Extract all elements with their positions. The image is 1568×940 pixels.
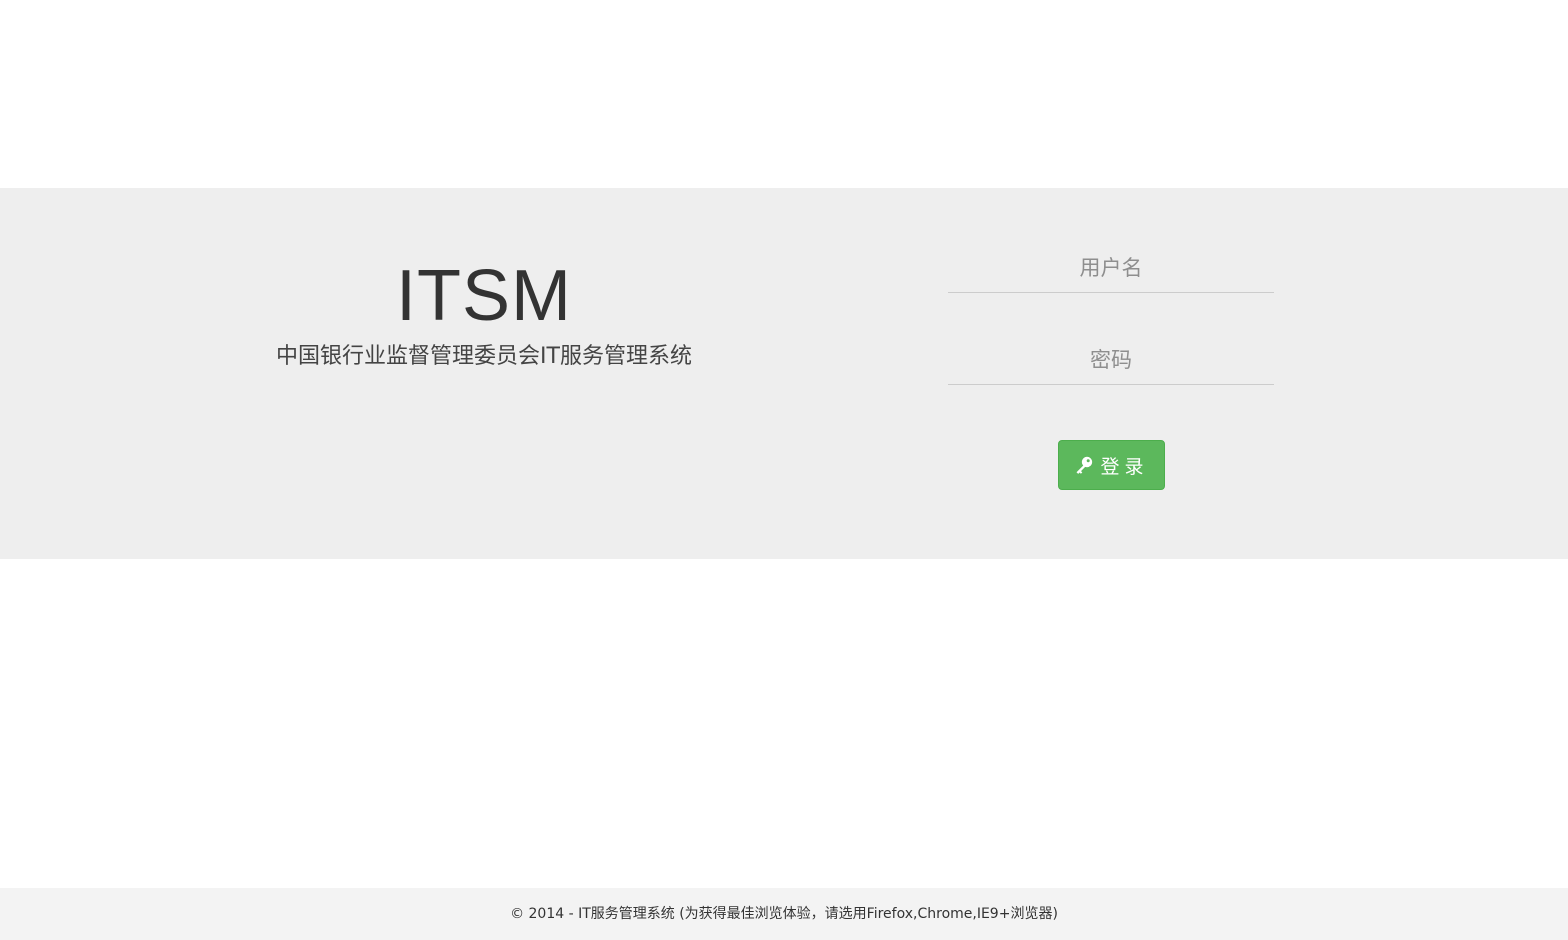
login-button[interactable]: 登录	[1058, 440, 1165, 490]
app-subtitle: 中国银行业监督管理委员会IT服务管理系统	[276, 344, 692, 369]
password-input[interactable]	[948, 335, 1274, 385]
footer-text: © 2014 - IT服务管理系统 (为获得最佳浏览体验，请选用Firefox,…	[510, 906, 1058, 922]
app-title: ITSM	[396, 256, 572, 336]
login-band: ITSM 中国银行业监督管理委员会IT服务管理系统 登录	[0, 188, 1568, 559]
key-icon	[1074, 455, 1094, 475]
login-button-label: 登录	[1100, 455, 1149, 478]
footer: © 2014 - IT服务管理系统 (为获得最佳浏览体验，请选用Firefox,…	[0, 888, 1568, 940]
username-input[interactable]	[948, 243, 1274, 293]
